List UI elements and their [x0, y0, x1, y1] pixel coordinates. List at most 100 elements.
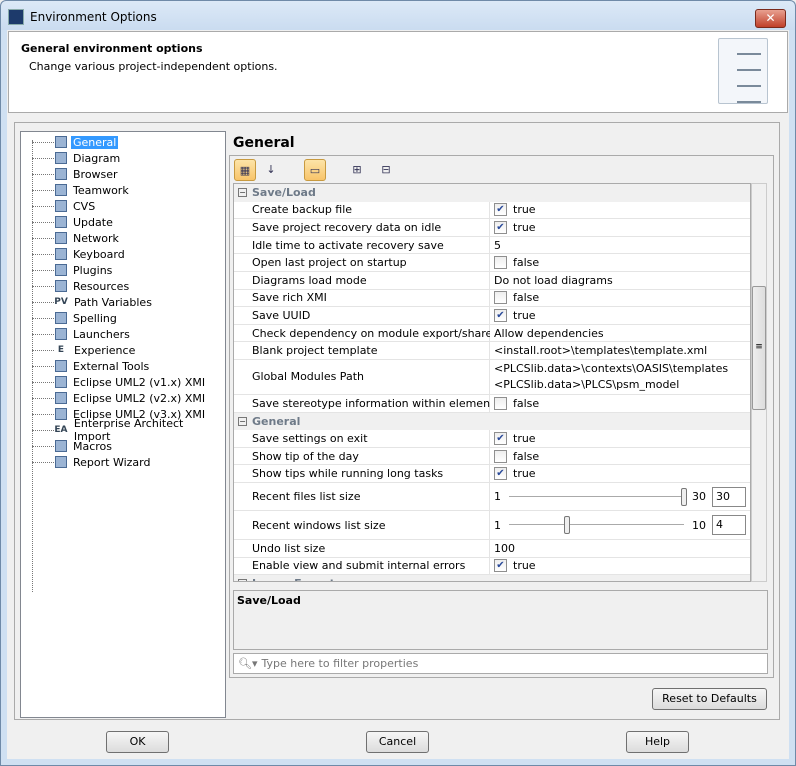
- property-value-cell[interactable]: false: [490, 394, 750, 412]
- property-row[interactable]: Idle time to activate recovery save 5: [234, 236, 750, 255]
- property-value[interactable]: <install.root>\templates\template.xml: [494, 344, 707, 357]
- property-row[interactable]: Open last project on startup false: [234, 254, 750, 272]
- tree-item[interactable]: General: [21, 134, 119, 150]
- property-row[interactable]: Diagrams load mode Do not load diagrams: [234, 271, 750, 290]
- property-row[interactable]: Save stereotype information within eleme…: [234, 394, 750, 413]
- property-value[interactable]: Allow dependencies: [494, 327, 604, 340]
- collapse-icon[interactable]: −: [238, 579, 247, 581]
- property-row[interactable]: Save rich XMI false: [234, 289, 750, 308]
- scrollbar-thumb[interactable]: ≡: [752, 286, 766, 410]
- tree-item[interactable]: PV Path Variables: [21, 294, 154, 310]
- tree-item[interactable]: Update: [21, 214, 115, 230]
- slider-thumb[interactable]: [681, 487, 687, 506]
- property-value-cell[interactable]: 1 30 30: [490, 482, 750, 511]
- filter-input[interactable]: 🔍︎▾ Type here to filter properties: [233, 653, 768, 674]
- tree-item[interactable]: Browser: [21, 166, 120, 182]
- category-tree[interactable]: General Diagram Browser Teamwork CVS Update Ne…: [20, 131, 226, 718]
- slider[interactable]: [509, 487, 687, 507]
- property-value[interactable]: 100: [494, 542, 515, 555]
- property-row[interactable]: Blank project template <install.root>\tem…: [234, 342, 750, 360]
- tree-item[interactable]: CVS: [21, 198, 97, 214]
- tree-item[interactable]: Spelling: [21, 310, 119, 326]
- checkbox[interactable]: [494, 449, 507, 463]
- property-row[interactable]: Show tip of the day false: [234, 447, 750, 466]
- property-row[interactable]: Check dependency on module export/share A…: [234, 324, 750, 343]
- property-value-cell[interactable]: false: [490, 289, 750, 307]
- property-name: Open last project on startup: [234, 254, 490, 271]
- tree-item[interactable]: Network: [21, 230, 121, 246]
- property-value-cell[interactable]: <PLCSlib.data>\contexts\OASIS\templates <…: [490, 359, 750, 394]
- property-row[interactable]: Recent files list size 1 30 30: [234, 482, 750, 512]
- property-row[interactable]: Save project recovery data on idle ✔ true: [234, 219, 750, 237]
- property-row[interactable]: Global Modules Path <PLCSlib.data>\contex…: [234, 359, 750, 395]
- property-value-cell[interactable]: false: [490, 254, 750, 271]
- checkbox[interactable]: ✔: [494, 203, 507, 217]
- property-row[interactable]: Undo list size 100: [234, 539, 750, 558]
- tree-item[interactable]: Eclipse UML2 (v1.x) XMI: [21, 374, 207, 390]
- property-value-cell[interactable]: ✔ true: [490, 219, 750, 236]
- category-header[interactable]: − Image Export: [234, 575, 750, 581]
- slider-thumb[interactable]: [564, 516, 571, 535]
- checkbox[interactable]: [494, 396, 507, 410]
- checkbox[interactable]: [494, 256, 507, 270]
- property-value: false: [513, 291, 540, 305]
- property-value-cell[interactable]: ✔ true: [490, 430, 750, 447]
- collapse-icon[interactable]: −: [238, 188, 247, 198]
- property-value-cell[interactable]: ✔ true: [490, 465, 750, 482]
- close-button[interactable]: ✕: [755, 9, 786, 28]
- tree-item[interactable]: Macros: [21, 438, 114, 454]
- tree-item[interactable]: Diagram: [21, 150, 122, 166]
- tree-item[interactable]: Resources: [21, 278, 131, 294]
- property-value[interactable]: Do not load diagrams: [494, 274, 613, 287]
- property-row[interactable]: Save UUID ✔ true: [234, 307, 750, 325]
- property-value[interactable]: 5: [494, 239, 501, 252]
- collapse-all-button[interactable]: ⊟: [375, 159, 397, 181]
- tree-item[interactable]: Eclipse UML2 (v2.x) XMI: [21, 390, 207, 406]
- categorized-view-button[interactable]: ▦: [234, 159, 256, 181]
- checkbox[interactable]: ✔: [494, 559, 507, 573]
- property-value-cell[interactable]: ✔ true: [490, 201, 750, 219]
- cancel-button[interactable]: Cancel: [366, 731, 429, 753]
- property-value-cell[interactable]: <install.root>\templates\template.xml: [490, 342, 750, 359]
- property-value-cell[interactable]: 100: [490, 539, 750, 557]
- tree-item[interactable]: Report Wizard: [21, 454, 152, 470]
- property-value-cell[interactable]: Allow dependencies: [490, 324, 750, 342]
- number-input[interactable]: 30: [712, 486, 746, 507]
- property-row[interactable]: Show tips while running long tasks ✔ true: [234, 465, 750, 483]
- tree-item[interactable]: External Tools: [21, 358, 151, 374]
- property-value-cell[interactable]: false: [490, 447, 750, 465]
- tree-item[interactable]: E Experience: [21, 342, 137, 358]
- tree-item[interactable]: Launchers: [21, 326, 132, 342]
- property-row[interactable]: Enable view and submit internal errors ✔ t…: [234, 557, 750, 576]
- checkbox[interactable]: ✔: [494, 431, 507, 445]
- tree-item[interactable]: Keyboard: [21, 246, 127, 262]
- checkbox[interactable]: [494, 291, 507, 305]
- category-header[interactable]: − General: [234, 413, 750, 431]
- slider[interactable]: [509, 515, 684, 535]
- reset-to-defaults-button[interactable]: Reset to Defaults: [652, 688, 767, 710]
- checkbox[interactable]: ✔: [494, 467, 507, 481]
- property-value-cell[interactable]: 5: [490, 236, 750, 254]
- tree-item[interactable]: EA Enterprise Architect Import: [21, 417, 225, 443]
- property-row[interactable]: Save settings on exit ✔ true: [234, 430, 750, 448]
- collapse-icon[interactable]: −: [238, 416, 247, 426]
- property-value-cell[interactable]: ✔ true: [490, 307, 750, 324]
- sort-alpha-button[interactable]: ↓: [260, 159, 282, 181]
- property-value-cell[interactable]: ✔ true: [490, 557, 750, 575]
- number-input[interactable]: 4: [712, 515, 746, 536]
- tree-connector: [32, 317, 54, 319]
- checklist-icon: [718, 38, 768, 104]
- property-row[interactable]: Create backup file ✔ true: [234, 201, 750, 220]
- checkbox[interactable]: ✔: [494, 308, 507, 322]
- tree-item[interactable]: Plugins: [21, 262, 114, 278]
- property-value-cell[interactable]: Do not load diagrams: [490, 271, 750, 289]
- description-toggle-button[interactable]: ▭: [304, 159, 326, 181]
- checkbox[interactable]: ✔: [494, 220, 507, 234]
- expand-all-button[interactable]: ⊞: [346, 159, 368, 181]
- category-header[interactable]: − Save/Load: [234, 184, 750, 202]
- tree-item[interactable]: Teamwork: [21, 182, 131, 198]
- ok-button[interactable]: OK: [106, 731, 169, 753]
- help-button[interactable]: Help: [626, 731, 689, 753]
- property-row[interactable]: Recent windows list size 1 10 4: [234, 511, 750, 540]
- property-value-cell[interactable]: 1 10 4: [490, 511, 750, 539]
